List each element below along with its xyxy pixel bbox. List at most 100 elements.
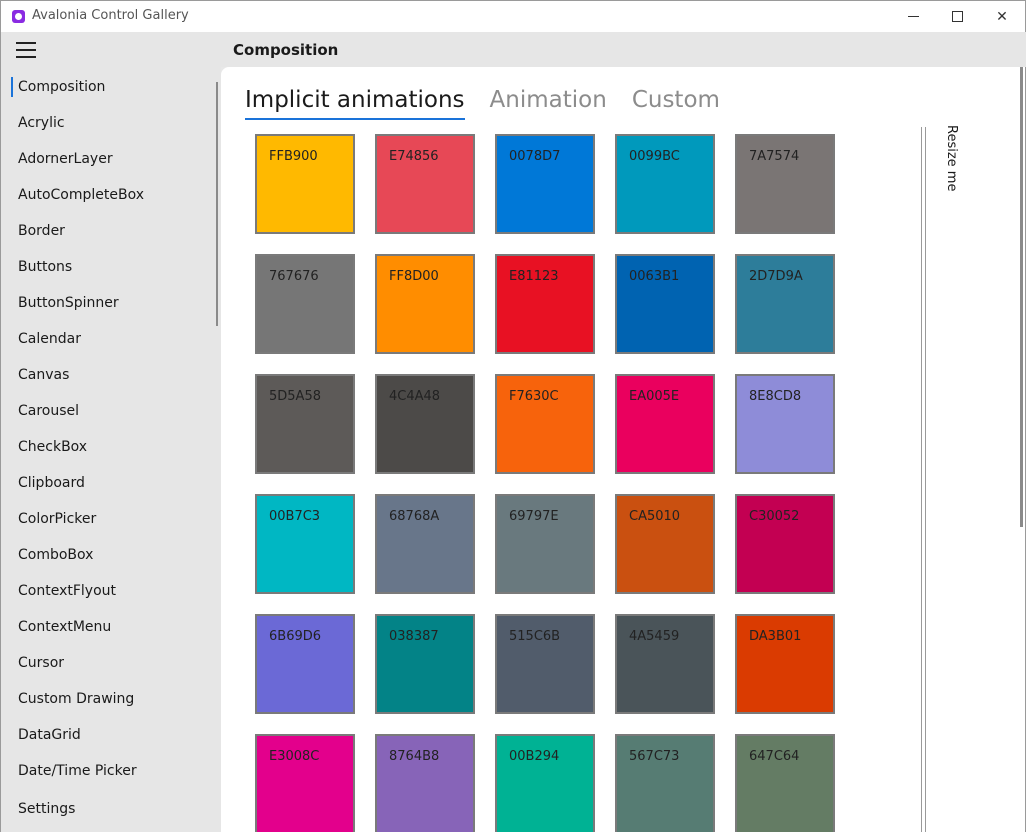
nav-item-composition[interactable]: Composition bbox=[1, 69, 222, 105]
color-tile[interactable]: 767676 bbox=[255, 254, 355, 354]
color-tile[interactable]: E3008C bbox=[255, 734, 355, 832]
nav-item-buttonspinner[interactable]: ButtonSpinner bbox=[1, 285, 222, 321]
nav-item-clipboard[interactable]: Clipboard bbox=[1, 465, 222, 501]
page-title: Composition bbox=[233, 41, 339, 59]
color-tile-label: CA5010 bbox=[629, 509, 681, 524]
maximize-button[interactable] bbox=[934, 1, 980, 32]
nav-item-carousel[interactable]: Carousel bbox=[1, 393, 222, 429]
color-tile[interactable]: E74856 bbox=[375, 134, 475, 234]
nav-item-canvas[interactable]: Canvas bbox=[1, 357, 222, 393]
nav-item-combobox[interactable]: ComboBox bbox=[1, 537, 222, 573]
color-tile-label: 69797E bbox=[509, 509, 559, 524]
color-tile[interactable]: 69797E bbox=[495, 494, 595, 594]
color-tile-label: DA3B01 bbox=[749, 629, 802, 644]
nav-item-custom-drawing[interactable]: Custom Drawing bbox=[1, 681, 222, 717]
color-tile-label: 4C4A48 bbox=[389, 389, 441, 404]
color-tile[interactable]: 7A7574 bbox=[735, 134, 835, 234]
color-tile[interactable]: 567C73 bbox=[615, 734, 715, 832]
color-tile[interactable]: 68768A bbox=[375, 494, 475, 594]
color-tile-label: 038387 bbox=[389, 629, 439, 644]
color-tile[interactable]: 5D5A58 bbox=[255, 374, 355, 474]
nav-item-adornerlayer[interactable]: AdornerLayer bbox=[1, 141, 222, 177]
page-header: Composition bbox=[221, 32, 1026, 67]
color-tile[interactable]: 00B7C3 bbox=[255, 494, 355, 594]
hamburger-menu-icon[interactable] bbox=[16, 42, 36, 58]
color-tile[interactable]: FFB900 bbox=[255, 134, 355, 234]
color-tile-label: 0078D7 bbox=[509, 149, 561, 164]
color-tile-label: 6B69D6 bbox=[269, 629, 322, 644]
color-tile[interactable]: 038387 bbox=[375, 614, 475, 714]
color-tile-label: EA005E bbox=[629, 389, 680, 404]
close-button[interactable]: ✕ bbox=[979, 1, 1025, 32]
color-tile-label: FFB900 bbox=[269, 149, 318, 164]
close-icon: ✕ bbox=[996, 8, 1008, 25]
color-tile-label: C30052 bbox=[749, 509, 800, 524]
color-tile[interactable]: EA005E bbox=[615, 374, 715, 474]
navigation-pane: Composition Acrylic AdornerLayer AutoComple… bbox=[0, 32, 221, 832]
color-tile[interactable]: E81123 bbox=[495, 254, 595, 354]
color-tile[interactable]: 4C4A48 bbox=[375, 374, 475, 474]
window-title: Avalonia Control Gallery bbox=[32, 8, 189, 23]
sidebar-scrollbar[interactable] bbox=[216, 82, 218, 326]
color-tile[interactable]: 00B294 bbox=[495, 734, 595, 832]
color-tile-label: F7630C bbox=[509, 389, 559, 404]
minimize-icon bbox=[907, 16, 919, 17]
tab-animation[interactable]: Animation bbox=[490, 87, 607, 121]
tab-implicit-animations[interactable]: Implicit animations bbox=[245, 87, 465, 121]
nav-item-date-time-picker[interactable]: Date/Time Picker bbox=[1, 753, 222, 789]
resize-label: Resize me bbox=[944, 125, 959, 192]
color-tile-label: 00B294 bbox=[509, 749, 560, 764]
color-tile[interactable]: FF8D00 bbox=[375, 254, 475, 354]
color-tile[interactable]: 2D7D9A bbox=[735, 254, 835, 354]
nav-item-buttons[interactable]: Buttons bbox=[1, 249, 222, 285]
color-tile[interactable]: 515C6B bbox=[495, 614, 595, 714]
color-tile[interactable]: 8764B8 bbox=[375, 734, 475, 832]
color-tile-label: 0099BC bbox=[629, 149, 680, 164]
color-tile-label: 4A5459 bbox=[629, 629, 680, 644]
color-tile-label: 7A7574 bbox=[749, 149, 800, 164]
color-tile-label: E3008C bbox=[269, 749, 320, 764]
color-tile-label: 0063B1 bbox=[629, 269, 680, 284]
maximize-icon bbox=[951, 11, 963, 22]
color-tile[interactable]: DA3B01 bbox=[735, 614, 835, 714]
color-tile-label: FF8D00 bbox=[389, 269, 439, 284]
color-tile-label: 567C73 bbox=[629, 749, 680, 764]
color-tile[interactable]: C30052 bbox=[735, 494, 835, 594]
color-tile-label: 8E8CD8 bbox=[749, 389, 802, 404]
minimize-button[interactable] bbox=[890, 1, 936, 32]
nav-list: Composition Acrylic AdornerLayer AutoComple… bbox=[1, 69, 222, 789]
color-tile[interactable]: 4A5459 bbox=[615, 614, 715, 714]
color-tile[interactable]: 0078D7 bbox=[495, 134, 595, 234]
color-tile-label: 515C6B bbox=[509, 629, 561, 644]
nav-item-colorpicker[interactable]: ColorPicker bbox=[1, 501, 222, 537]
color-tile[interactable]: 647C64 bbox=[735, 734, 835, 832]
nav-item-settings[interactable]: Settings bbox=[1, 791, 222, 827]
color-tile-label: E81123 bbox=[509, 269, 559, 284]
resize-splitter[interactable] bbox=[921, 127, 926, 832]
nav-item-autocompletebox[interactable]: AutoCompleteBox bbox=[1, 177, 222, 213]
color-tile[interactable]: 0063B1 bbox=[615, 254, 715, 354]
nav-item-cursor[interactable]: Cursor bbox=[1, 645, 222, 681]
color-tile[interactable]: CA5010 bbox=[615, 494, 715, 594]
nav-item-checkbox[interactable]: CheckBox bbox=[1, 429, 222, 465]
nav-item-contextmenu[interactable]: ContextMenu bbox=[1, 609, 222, 645]
color-tile[interactable]: 6B69D6 bbox=[255, 614, 355, 714]
color-tile-label: 00B7C3 bbox=[269, 509, 321, 524]
color-tile[interactable]: 8E8CD8 bbox=[735, 374, 835, 474]
content-area: Implicit animations Animation Custom FFB90… bbox=[221, 67, 1026, 832]
nav-item-datagrid[interactable]: DataGrid bbox=[1, 717, 222, 753]
nav-item-acrylic[interactable]: Acrylic bbox=[1, 105, 222, 141]
color-tile-label: 8764B8 bbox=[389, 749, 440, 764]
title-bar[interactable]: Avalonia Control Gallery ✕ bbox=[0, 0, 1026, 32]
nav-item-border[interactable]: Border bbox=[1, 213, 222, 249]
color-tile[interactable]: 0099BC bbox=[615, 134, 715, 234]
color-tile[interactable]: F7630C bbox=[495, 374, 595, 474]
nav-item-calendar[interactable]: Calendar bbox=[1, 321, 222, 357]
tab-custom[interactable]: Custom bbox=[632, 87, 720, 121]
color-tile-label: 68768A bbox=[389, 509, 440, 524]
color-tile-label: 647C64 bbox=[749, 749, 800, 764]
nav-item-contextflyout[interactable]: ContextFlyout bbox=[1, 573, 222, 609]
content-scrollbar[interactable] bbox=[1020, 67, 1023, 527]
avalonia-logo-icon bbox=[12, 10, 25, 23]
color-tile-label: 5D5A58 bbox=[269, 389, 321, 404]
